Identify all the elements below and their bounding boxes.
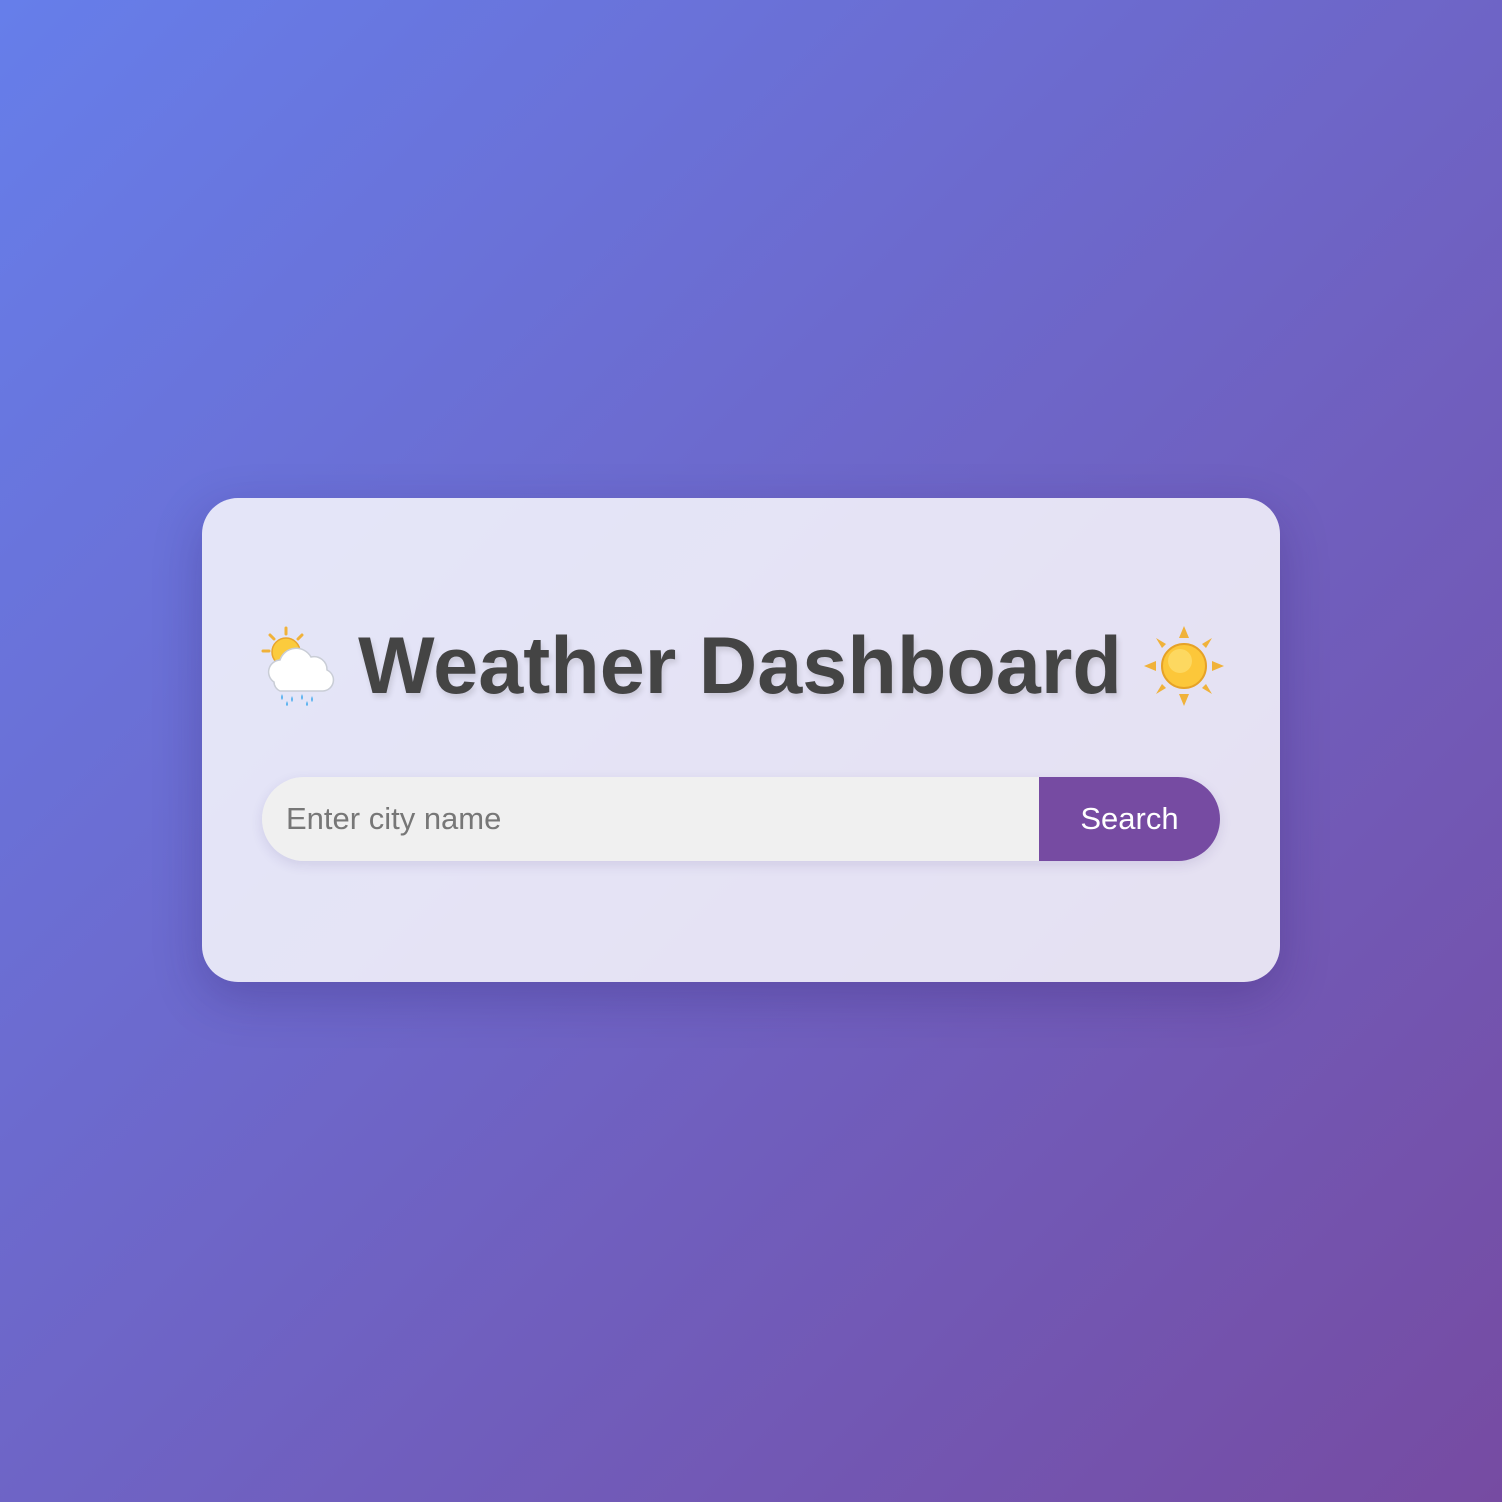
sun-icon <box>1143 626 1224 706</box>
page-title: Weather Dashboard <box>358 620 1122 711</box>
search-button[interactable]: Search <box>1039 777 1220 861</box>
sun-behind-rain-cloud-icon <box>258 626 336 706</box>
city-search-input[interactable] <box>262 777 1039 861</box>
weather-card: Weather Dashboard Search <box>202 498 1280 982</box>
header: Weather Dashboard <box>202 616 1280 716</box>
search-bar: Search <box>262 777 1220 861</box>
